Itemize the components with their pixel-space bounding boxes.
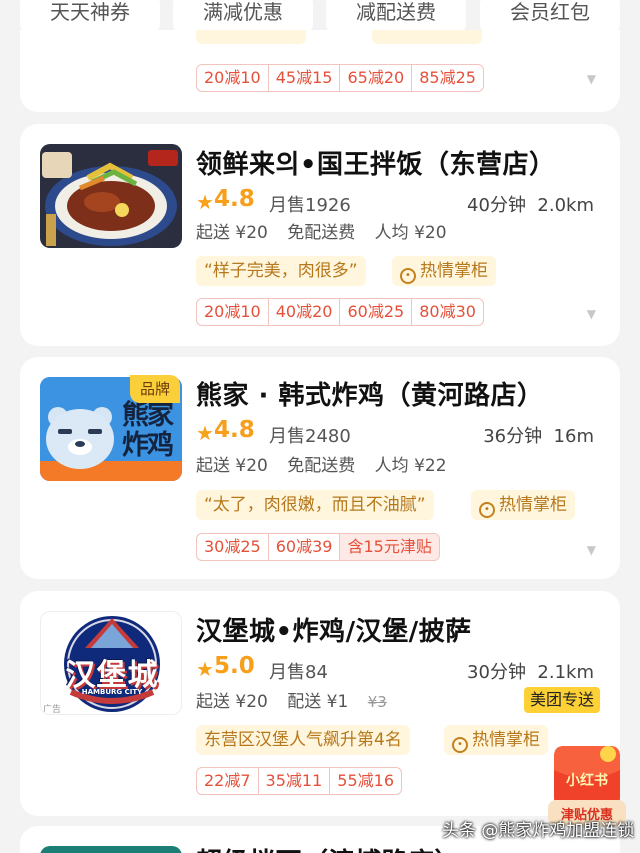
discount-item: 40减20 [269,299,341,325]
discount-list: 20减10 45减15 65减20 85减25 [196,64,484,92]
red-envelope-button[interactable]: 小红书 津贴优惠 [548,740,626,826]
delivery-time: 30分钟 [467,662,526,683]
store-name[interactable]: 熊家 · 韩式炸鸡（黄河路店） [196,375,543,412]
store-card[interactable]: 20减10 45减15 65减20 85减25 ▼ [20,30,620,112]
star-icon: ★ [196,657,214,681]
distance: 2.1km [537,662,594,683]
filter-tab-member[interactable]: 会员红包 [480,0,620,34]
discount-item: 45减15 [269,65,341,91]
discount-item: 35减11 [259,768,331,794]
min-order: 起送 ¥20 [196,223,268,243]
min-order: 起送 ¥20 [196,692,268,712]
discount-item: 30减25 [197,534,269,560]
hot-tag: • 热情掌柜 [392,256,496,286]
discount-item: 60减39 [269,534,341,560]
store-card[interactable]: 品牌 熊家炸鸡 熊家 · 韩式炸鸡（黄河路店） ★ 4.8 月售2480 36分… [20,357,620,579]
delivery-eta: 40分钟 2.0km [467,191,594,217]
discount-list: 30减25 60减39 含15元津贴 [196,533,440,561]
per-person-price: 人均 ¥20 [374,223,447,243]
monthly-sales: 月售1926 [269,195,351,216]
chat-icon: • [452,737,468,753]
discount-list: 20减10 40减20 60减25 80减30 [196,298,484,326]
filter-tab-delivery-fee[interactable]: 减配送费 [326,0,466,34]
discount-item: 65减20 [340,65,413,91]
filter-tab-coupons[interactable]: 天天神券 [20,0,160,34]
review-tag: “太了，肉很嫩，而且不油腻” [196,490,434,520]
distance: 2.0km [537,195,594,216]
store-image [40,144,182,248]
brand-badge: 品牌 [130,375,180,403]
store-card[interactable]: 领鲜来의•国王拌饭（东营店） ★ 4.8 月售1926 40分钟 2.0km 起… [20,124,620,346]
discount-item: 60减25 [340,299,413,325]
watermark: 头条 @熊家炸鸡加盟连锁 [442,821,635,841]
delivery-fee: 免配送费 [287,223,356,243]
delivery-eta: 30分钟 2.1km [467,658,594,684]
monthly-sales: 月售84 [269,662,328,683]
store-name[interactable]: 汉堡城•炸鸡/汉堡/披萨 [196,611,472,648]
discount-item: 20减10 [197,65,269,91]
tag-chip [372,30,482,44]
original-fee: ¥3 [367,693,387,711]
review-tag: “样子完美，肉很多” [196,256,366,286]
hot-tag: • 热情掌柜 [444,725,548,755]
delivery-eta: 36分钟 16m [483,422,594,448]
delivery-time: 36分钟 [483,426,543,447]
store-info: 起送 ¥20 免配送费 人均 ¥22 [196,451,461,476]
discount-item: 22减7 [197,768,259,794]
delivery-fee: 配送 ¥1 ¥3 [287,692,401,712]
star-icon: ★ [196,190,214,214]
rating-score: 5.0 [214,653,255,679]
subsidy-item: 含15元津贴 [340,534,439,560]
chevron-down-icon[interactable]: ▼ [587,543,596,557]
logo-subtext: HAMBURG CITY [81,688,143,696]
hot-tag-label: 热情掌柜 [420,261,488,281]
hot-tag: • 热情掌柜 [471,490,575,520]
hot-tag-label: 热情掌柜 [499,495,567,515]
chat-icon: • [400,268,416,284]
monthly-sales: 月售2480 [269,426,351,447]
filter-tab-discounts[interactable]: 满减优惠 [173,0,313,34]
store-info: 起送 ¥20 免配送费 人均 ¥20 [196,218,461,243]
chevron-down-icon[interactable]: ▼ [587,72,596,86]
rating-row: ★ 4.8 月售2480 36分钟 16m [196,417,606,448]
min-order: 起送 ¥20 [196,456,268,476]
star-icon: ★ [196,421,214,445]
rating-score: 4.8 [214,417,255,443]
rank-tag: 东营区汉堡人气飙升第4名 [196,725,410,755]
discount-item: 85减25 [419,68,476,87]
chevron-down-icon[interactable]: ▼ [587,307,596,321]
ad-label: 广告 [43,705,62,715]
meituan-delivery-badge: 美团专送 [523,687,600,713]
discount-item: 20减10 [197,299,269,325]
envelope-label: 小红书 [566,773,608,789]
hot-tag-label: 热情掌柜 [472,730,540,750]
discount-item: 80减30 [419,302,476,321]
store-name[interactable]: 超级拌面（滨博路店） [196,842,461,853]
discount-item: 55减16 [337,771,395,790]
store-info: 起送 ¥20 配送 ¥1 ¥3 [196,687,415,712]
distance: 16m [553,426,594,447]
delivery-fee: 免配送费 [287,456,356,476]
store-logo: 汉堡城 HAMBURG CITY 广告 [40,611,182,715]
tag-chip [196,30,306,44]
store-image [40,846,182,853]
chat-icon: • [479,502,495,518]
per-person-price: 人均 ¥22 [374,456,447,476]
bibimbap-photo [40,144,182,248]
rating-row: ★ 4.8 月售1926 40分钟 2.0km [196,186,606,217]
discount-list: 22减7 35减11 55减16 [196,767,403,795]
delivery-time: 40分钟 [467,195,526,216]
store-name[interactable]: 领鲜来의•国王拌饭（东营店） [196,144,556,181]
rating-score: 4.8 [214,186,255,212]
store-card[interactable]: 汉堡城 HAMBURG CITY 广告 汉堡城•炸鸡/汉堡/披萨 ★ 5.0 月… [20,591,620,816]
rating-row: ★ 5.0 月售84 30分钟 2.1km [196,653,606,684]
delivery-fee-value: 配送 ¥1 [287,692,349,712]
logo-text: 熊家炸鸡 [122,400,174,461]
